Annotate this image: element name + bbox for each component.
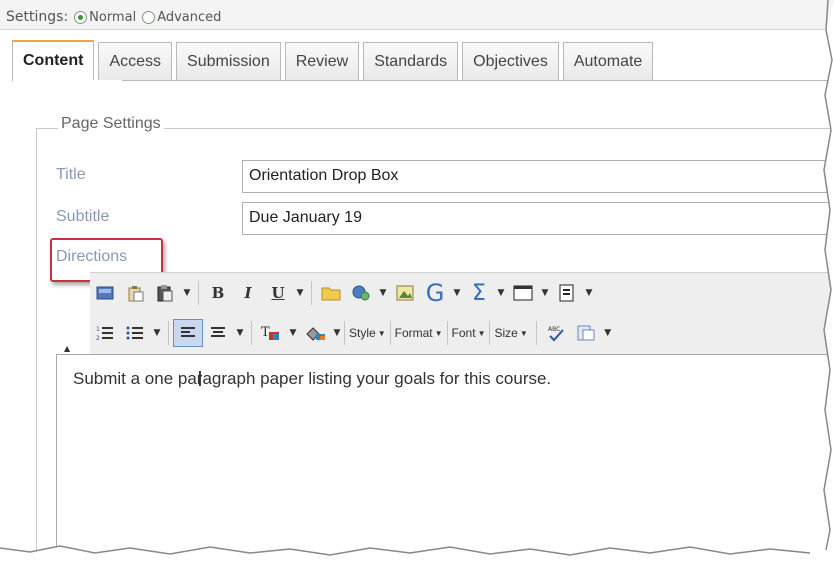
g-dropdown-arrow-icon[interactable]: ▼: [450, 279, 464, 307]
settings-bar: Settings: Normal Advanced: [0, 0, 834, 30]
subtitle-input[interactable]: Due January 19: [242, 202, 834, 235]
style-dropdown-arrow-icon: ▼: [377, 328, 386, 338]
editor-toolbar: ▼ B I U ▼ ▼ G ▼ Σ ▼ ▼ ▼ 1 2 ▼ ▼ T ▼ ▼ St…: [90, 272, 834, 354]
svg-text:1: 1: [96, 326, 100, 333]
image-icon[interactable]: [390, 279, 420, 307]
style-dropdown[interactable]: Style ▼: [344, 321, 390, 345]
align-dropdown-arrow-icon[interactable]: ▼: [233, 319, 247, 347]
tab-submission[interactable]: Submission: [176, 42, 281, 80]
toolbar-separator: [198, 281, 199, 305]
bold-button[interactable]: B: [203, 279, 233, 307]
format-dropdown-label: Format: [394, 326, 433, 340]
radio-normal[interactable]: Normal: [74, 10, 136, 25]
text-style-dropdown-arrow-icon[interactable]: ▼: [293, 279, 307, 307]
align-center-icon[interactable]: [203, 319, 233, 347]
sigma-dropdown-arrow-icon[interactable]: ▼: [494, 279, 508, 307]
table-icon[interactable]: [508, 279, 538, 307]
spellcheck-icon[interactable]: ABC: [541, 319, 571, 347]
link-icon[interactable]: [346, 279, 376, 307]
tab-divider: [12, 80, 834, 81]
tab-content[interactable]: Content: [12, 40, 95, 80]
font-dropdown-label: Font: [451, 326, 476, 340]
screenshot-frame: Settings: Normal Advanced Content Access…: [0, 0, 834, 572]
source-icon[interactable]: [90, 279, 120, 307]
radio-advanced-label: Advanced: [157, 9, 222, 25]
toolbar-separator: [168, 321, 169, 345]
background-color-icon[interactable]: [300, 319, 330, 347]
radio-advanced[interactable]: Advanced: [142, 10, 221, 25]
text-color-dropdown-arrow-icon[interactable]: ▼: [286, 319, 300, 347]
paste-text-icon[interactable]: [120, 279, 150, 307]
size-dropdown-label: Size: [494, 326, 518, 340]
tab-access[interactable]: Access: [98, 42, 173, 80]
text-cursor-icon: I: [197, 367, 203, 391]
background-color-dropdown-arrow-icon[interactable]: ▼: [330, 319, 344, 347]
style-dropdown-label: Style: [349, 326, 376, 340]
tab-strip: Content Access Submission Review Standar…: [12, 40, 654, 80]
tab-automate[interactable]: Automate: [562, 42, 654, 80]
align-left-icon[interactable]: [173, 319, 203, 347]
toolbar-collapse-icon[interactable]: ▲: [64, 344, 70, 353]
font-dropdown-arrow-icon: ▼: [477, 328, 486, 338]
tab-review[interactable]: Review: [284, 42, 360, 80]
size-dropdown-arrow-icon: ▼: [519, 328, 528, 338]
tab-standards[interactable]: Standards: [363, 42, 459, 80]
italic-button[interactable]: I: [233, 279, 263, 307]
table-dropdown-arrow-icon[interactable]: ▼: [538, 279, 552, 307]
folder-icon[interactable]: [316, 279, 346, 307]
svg-text:T: T: [261, 325, 270, 340]
format-dropdown[interactable]: Format ▼: [389, 321, 447, 345]
numbered-list-icon[interactable]: 12: [90, 319, 120, 347]
radio-normal-icon[interactable]: [74, 10, 88, 24]
subtitle-label: Subtitle: [56, 208, 110, 225]
document-properties-icon[interactable]: [571, 319, 601, 347]
svg-text:2: 2: [96, 335, 100, 341]
toolbar-separator: [251, 321, 252, 345]
directions-editor[interactable]: Submit a one paragraph paper listing you…: [56, 354, 834, 564]
title-label: Title: [56, 166, 86, 183]
format-dropdown-arrow-icon: ▼: [434, 328, 443, 338]
font-dropdown[interactable]: Font ▼: [446, 321, 490, 345]
template-icon[interactable]: [552, 279, 582, 307]
bulleted-list-icon[interactable]: [120, 319, 150, 347]
properties-dropdown-arrow-icon[interactable]: ▼: [601, 319, 615, 347]
size-dropdown[interactable]: Size ▼: [489, 321, 531, 345]
title-input[interactable]: Orientation Drop Box: [242, 160, 834, 193]
link-dropdown-arrow-icon[interactable]: ▼: [376, 279, 390, 307]
underline-button[interactable]: U: [263, 279, 293, 307]
google-g-icon[interactable]: G: [420, 279, 450, 307]
toolbar-row-2: 12 ▼ ▼ T ▼ ▼ Style ▼ Format ▼ Font ▼ Siz…: [90, 317, 615, 349]
toolbar-separator: [311, 281, 312, 305]
page-settings-legend: Page Settings: [58, 115, 164, 133]
list-dropdown-arrow-icon[interactable]: ▼: [150, 319, 164, 347]
paste-icon[interactable]: [150, 279, 180, 307]
template-dropdown-arrow-icon[interactable]: ▼: [582, 279, 596, 307]
svg-text:ABC: ABC: [548, 326, 560, 333]
toolbar-separator: [535, 321, 537, 345]
sigma-icon[interactable]: Σ: [464, 279, 494, 307]
settings-label: Settings:: [6, 9, 69, 25]
radio-advanced-icon[interactable]: [142, 10, 156, 24]
text-color-icon[interactable]: T: [256, 319, 286, 347]
tab-divider-gap: [13, 80, 122, 81]
paste-dropdown-arrow-icon[interactable]: ▼: [180, 279, 194, 307]
toolbar-row-1: ▼ B I U ▼ ▼ G ▼ Σ ▼ ▼ ▼: [90, 277, 596, 309]
radio-normal-label: Normal: [89, 9, 137, 25]
tab-objectives[interactable]: Objectives: [462, 42, 559, 80]
